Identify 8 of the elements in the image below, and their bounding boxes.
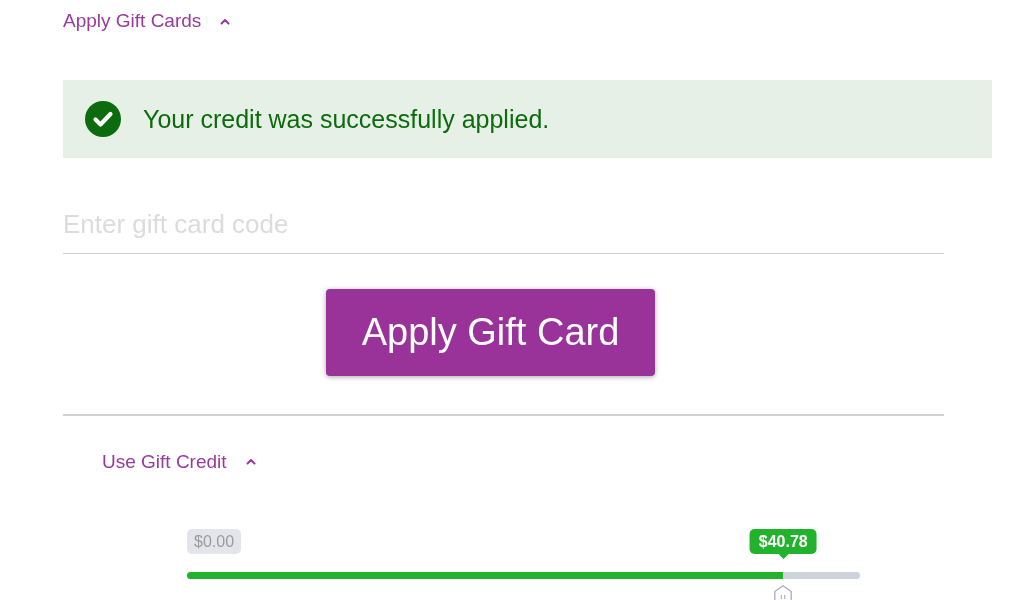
- section-toggle[interactable]: Use Gift Credit: [102, 450, 256, 473]
- check-circle-icon: [85, 101, 121, 137]
- alert-message: Your credit was successfully applied.: [143, 104, 550, 134]
- slider-handle[interactable]: [774, 584, 793, 600]
- section-toggle[interactable]: Apply Gift Cards: [63, 10, 231, 32]
- value-tooltip: $40.78: [749, 528, 817, 559]
- apply-gift-card-button[interactable]: Apply Gift Card: [326, 289, 655, 376]
- min-value-label: $0.00: [187, 528, 242, 554]
